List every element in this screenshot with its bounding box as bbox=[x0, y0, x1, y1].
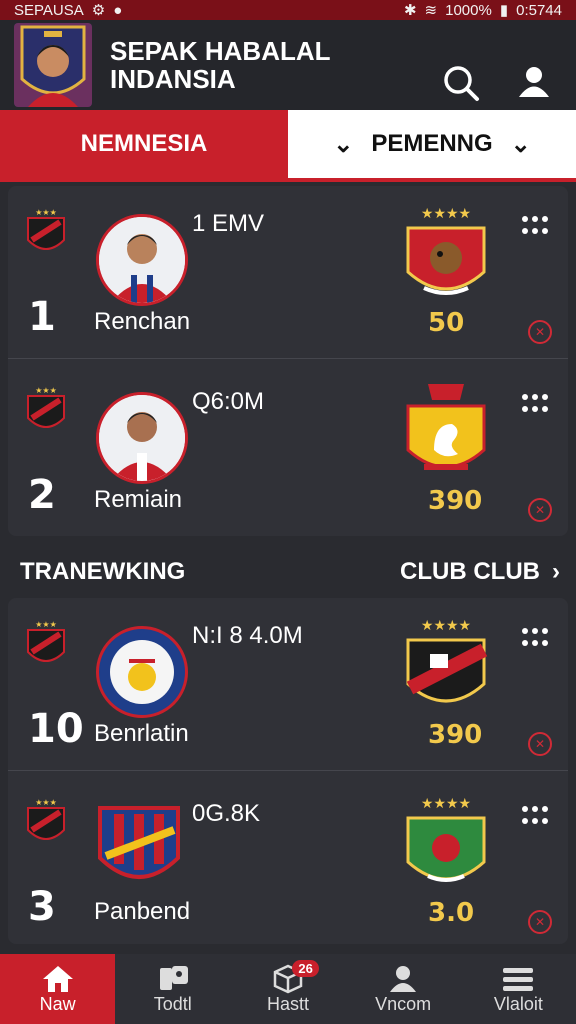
flag-icon[interactable]: ✕ bbox=[528, 498, 552, 522]
list-item[interactable]: ★★★ 1 1 EMV Renchan ★★★★ 50 ✕ bbox=[8, 186, 568, 364]
section-link-label: CLUB CLUB bbox=[400, 558, 540, 585]
bottom-nav: Naw Todtl Hastt 26 Vncom Vlaloit bbox=[0, 954, 576, 1024]
tab-bar: NEMNESIA ⌄ PEMENNG ⌄ bbox=[0, 110, 576, 182]
section-header: TRANEWKING CLUB CLUB › bbox=[20, 558, 560, 586]
dot-icon: ● bbox=[113, 1, 123, 19]
nav-item-vlaloit[interactable]: Vlaloit bbox=[461, 954, 576, 1024]
player-name: Renchan bbox=[94, 308, 191, 335]
battery-text: 1000% bbox=[445, 1, 492, 19]
cards-icon bbox=[159, 965, 188, 990]
profile-icon[interactable] bbox=[516, 64, 552, 105]
chevron-down-icon: ⌄ bbox=[333, 130, 354, 158]
battery-icon: ▮ bbox=[499, 2, 509, 19]
player-name: Panbend bbox=[94, 898, 191, 925]
clock: 0:5744 bbox=[516, 1, 562, 19]
club-mini-badge: ★★★ bbox=[24, 384, 68, 436]
nav-label: Hastt bbox=[266, 993, 309, 1014]
flag-icon[interactable]: ✕ bbox=[528, 910, 552, 934]
market-value: 1 EMV bbox=[192, 210, 265, 237]
flag-icon[interactable]: ✕ bbox=[528, 732, 552, 756]
score-value: 390 bbox=[428, 486, 483, 516]
nav-label: Vlaloit bbox=[493, 993, 543, 1014]
tab-pemenng-label: PEMENNG bbox=[371, 130, 493, 157]
club-crest: ★★★★ bbox=[404, 792, 488, 896]
list-item[interactable]: ★★★ 2 Q6:0M Remiain 390 ✕ bbox=[8, 364, 568, 542]
svg-text:★★★★: ★★★★ bbox=[421, 205, 471, 221]
score-value: 3.0 bbox=[428, 898, 475, 928]
app-avatar[interactable] bbox=[14, 23, 92, 107]
tab-pemenng[interactable]: ⌄ PEMENNG ⌄ bbox=[288, 110, 576, 178]
club-crest: ★★★★ bbox=[404, 202, 488, 306]
player-name: Remiain bbox=[94, 486, 183, 513]
market-value: 0G.8K bbox=[192, 800, 261, 827]
rank-number: 1 bbox=[28, 294, 56, 340]
svg-text:★★★: ★★★ bbox=[35, 798, 57, 807]
section-link[interactable]: CLUB CLUB › bbox=[400, 558, 560, 586]
player-name: Benrlatin bbox=[94, 720, 189, 747]
list-item[interactable]: ★★★ 3 0G.8K Panbend ★★★★ 3.0 ✕ bbox=[8, 776, 568, 954]
nav-item-todtl[interactable]: Todtl bbox=[115, 954, 230, 1024]
club-crest: ★★★★ bbox=[404, 614, 488, 718]
chevron-right-icon: › bbox=[552, 558, 560, 585]
nav-item-naw[interactable]: Naw bbox=[0, 954, 116, 1024]
app-title-line1: SEPAK HABALAL bbox=[110, 36, 331, 66]
home-icon bbox=[42, 965, 73, 992]
market-value: N:I 8 4.0M bbox=[192, 622, 303, 649]
svg-text:★★★: ★★★ bbox=[35, 620, 57, 629]
search-icon[interactable] bbox=[442, 64, 480, 107]
app-header: SEPAK HABALAL INDANSIA bbox=[0, 20, 576, 110]
rank-number: 2 bbox=[28, 472, 56, 518]
nav-label: Naw bbox=[39, 993, 76, 1014]
score-value: 50 bbox=[428, 308, 465, 338]
player-avatar[interactable] bbox=[96, 214, 188, 306]
nav-label: Vncom bbox=[375, 993, 432, 1014]
more-options-icon[interactable] bbox=[522, 804, 552, 828]
svg-text:★★★: ★★★ bbox=[35, 386, 57, 395]
nav-item-vncom[interactable]: Vncom bbox=[346, 954, 461, 1024]
more-options-icon[interactable] bbox=[522, 214, 552, 238]
app-title-line2: INDANSIA bbox=[110, 64, 236, 94]
club-crest bbox=[404, 380, 488, 484]
player-avatar[interactable] bbox=[96, 626, 188, 718]
notification-badge: 26 bbox=[292, 960, 319, 977]
carrier-text: SEPAUSA bbox=[14, 1, 84, 19]
svg-text:★★★★: ★★★★ bbox=[421, 795, 471, 811]
row-divider bbox=[8, 358, 568, 359]
tab-nemnesia[interactable]: NEMNESIA bbox=[0, 110, 288, 178]
settings-icon: ⚙ bbox=[91, 2, 106, 19]
player-avatar[interactable] bbox=[96, 804, 182, 890]
score-value: 390 bbox=[428, 720, 483, 750]
menu-icon bbox=[503, 967, 534, 991]
chevron-down-icon: ⌄ bbox=[510, 130, 531, 158]
status-bar: SEPAUSA ⚙ ● ✱ ≋ 1000% ▮ 0:5744 bbox=[0, 0, 576, 20]
app-title: SEPAK HABALAL INDANSIA bbox=[110, 37, 370, 93]
svg-text:★★★★: ★★★★ bbox=[421, 617, 471, 633]
bluetooth-icon: ✱ bbox=[403, 2, 417, 19]
flag-icon[interactable]: ✕ bbox=[528, 320, 552, 344]
tab-nemnesia-label: NEMNESIA bbox=[80, 130, 208, 157]
rank-number: 10 bbox=[28, 706, 84, 752]
ranking-card-top: ★★★ 1 1 EMV Renchan ★★★★ 50 ✕ ★★★ 2 Q6:0… bbox=[8, 186, 568, 536]
user-icon bbox=[390, 965, 417, 992]
nav-label: Todtl bbox=[153, 993, 192, 1014]
more-options-icon[interactable] bbox=[522, 626, 552, 650]
svg-text:★★★: ★★★ bbox=[35, 208, 57, 217]
club-mini-badge: ★★★ bbox=[24, 618, 68, 670]
rank-number: 3 bbox=[28, 884, 56, 930]
nav-item-hastt[interactable]: Hastt 26 bbox=[230, 954, 345, 1024]
row-divider bbox=[8, 770, 568, 771]
wifi-icon: ≋ bbox=[424, 2, 438, 19]
list-item[interactable]: ★★★ 10 N:I 8 4.0M Benrlatin ★★★★ 390 ✕ bbox=[8, 598, 568, 776]
player-avatar[interactable] bbox=[96, 392, 188, 484]
more-options-icon[interactable] bbox=[522, 392, 552, 416]
market-value: Q6:0M bbox=[192, 388, 265, 415]
club-mini-badge: ★★★ bbox=[24, 796, 68, 848]
club-mini-badge: ★★★ bbox=[24, 206, 68, 258]
section-title: TRANEWKING bbox=[20, 558, 186, 585]
ranking-card-bottom: ★★★ 10 N:I 8 4.0M Benrlatin ★★★★ 390 ✕ ★… bbox=[8, 598, 568, 944]
